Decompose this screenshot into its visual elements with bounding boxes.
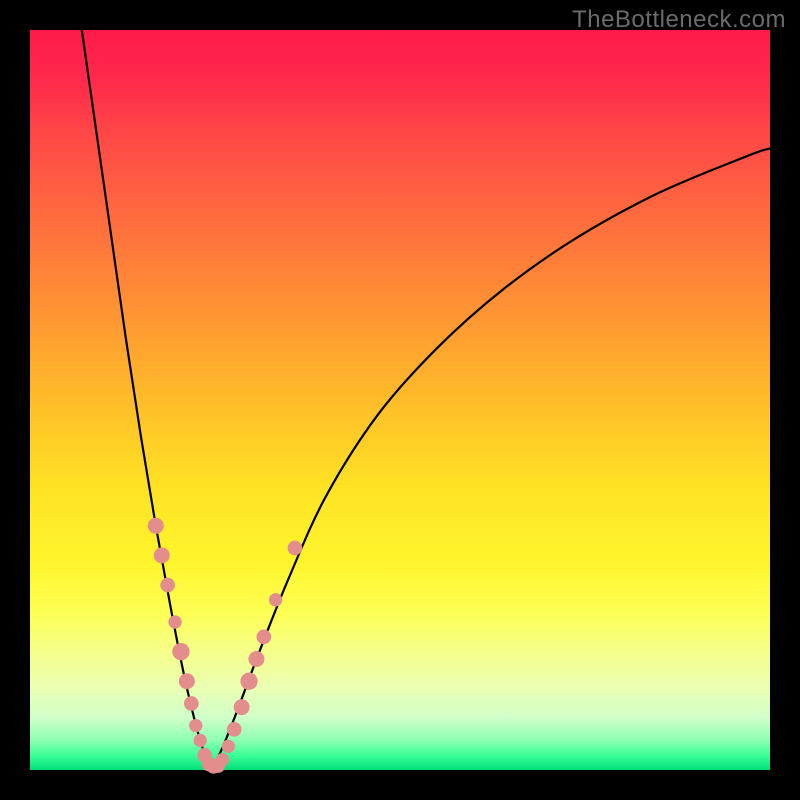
marker-point [154, 547, 170, 563]
marker-point [222, 740, 235, 753]
marker-point [189, 719, 202, 732]
marker-point [234, 699, 250, 715]
chart-svg [30, 30, 770, 770]
marker-point [216, 753, 229, 766]
marker-point [148, 518, 164, 534]
marker-point [240, 673, 257, 690]
marker-point [168, 615, 181, 628]
marker-group [148, 518, 302, 774]
marker-point [248, 651, 264, 667]
marker-point [288, 541, 303, 556]
marker-point [160, 578, 175, 593]
marker-point [227, 722, 242, 737]
curve-right-branch [211, 148, 770, 770]
chart-stage: TheBottleneck.com [0, 0, 800, 800]
marker-point [184, 696, 199, 711]
curve-left-branch [82, 30, 212, 770]
marker-point [172, 643, 189, 660]
marker-point [194, 734, 207, 747]
plot-area [30, 30, 770, 770]
marker-point [179, 673, 195, 689]
marker-point [269, 593, 282, 606]
marker-point [257, 629, 272, 644]
